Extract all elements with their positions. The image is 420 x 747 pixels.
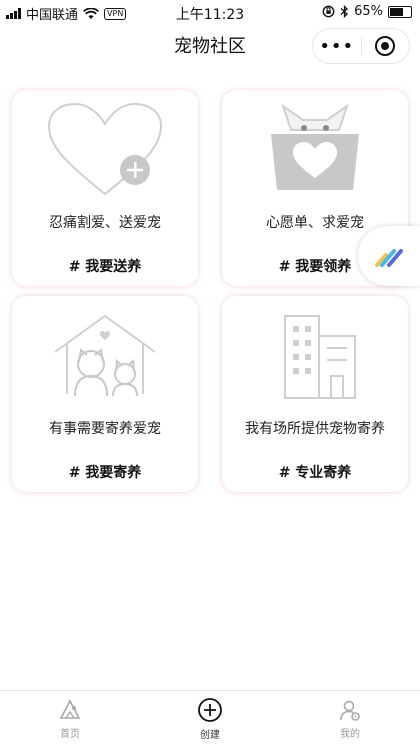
card-tag: # 我要寄养 [68,465,142,481]
target-icon [375,36,396,56]
card-foster-pet[interactable]: 有事需要寄养爱宠 # 我要寄养 [12,296,198,492]
add-circle-icon [198,698,222,722]
heart-plus-icon [47,102,163,196]
shortcut-logo-icon [375,249,403,267]
close-mini-program-button[interactable] [361,35,409,57]
card-tag: # 我要送养 [68,259,142,275]
tab-profile[interactable]: 我的 [280,691,420,747]
mini-program-capsule: ••• [312,28,410,64]
floating-shortcut-button[interactable] [358,226,420,286]
status-bar: 中国联通 VPN 上午11:23 65% [0,0,420,24]
tab-label: 首页 [60,729,80,740]
battery-icon [388,5,412,18]
battery-percent: 65% [354,4,383,19]
card-professional-boarding[interactable]: 我有场所提供宠物寄养 # 专业寄养 [222,296,408,492]
tab-bar: 首页 创建 我的 [0,690,420,747]
card-description: 有事需要寄养爱宠 [49,421,161,437]
tab-create[interactable]: 创建 [140,691,280,747]
orientation-lock-icon [322,5,335,18]
card-description: 我有场所提供宠物寄养 [245,421,385,437]
tab-home[interactable]: 首页 [0,691,140,747]
card-tag: # 专业寄养 [278,465,352,481]
building-icon [284,315,356,399]
card-description: 忍痛割爱、送爱宠 [49,215,161,231]
card-send-pet[interactable]: 忍痛割爱、送爱宠 # 我要送养 [12,90,198,286]
home-icon [59,699,81,719]
more-button[interactable]: ••• [313,36,361,57]
cat-box-icon [271,103,359,190]
profile-icon [340,700,360,721]
tab-label: 创建 [200,730,220,741]
pet-house-icon [54,314,156,397]
bluetooth-icon [340,5,349,18]
tab-label: 我的 [340,729,360,740]
